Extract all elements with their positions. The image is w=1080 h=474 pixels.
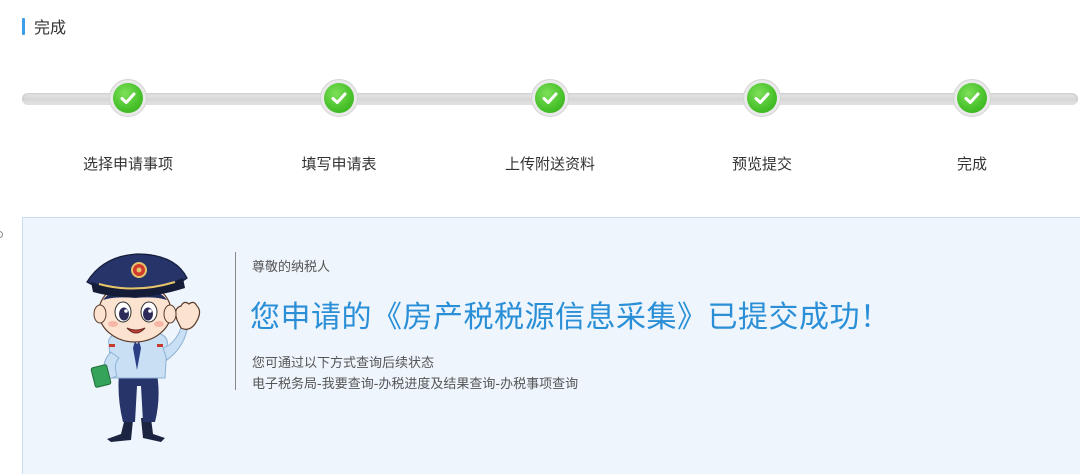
step-label: 上传附送资料 [504,155,595,173]
step-circle [320,79,358,117]
success-panel: 尊敬的纳税人 您申请的《房产税税源信息采集》已提交成功！ 您可通过以下方式查询后… [22,217,1080,474]
check-icon [747,83,777,113]
step-complete: 完成 [872,79,1072,179]
success-headline: 您申请的《房产税税源信息采集》已提交成功！ [250,300,891,335]
step-circle [953,79,991,117]
step-label: 填写申请表 [301,155,377,173]
tax-officer-mascot [86,253,201,442]
query-path-text: 电子税务局-我要查询-办税进度及结果查询-办税事项查询 [252,377,579,392]
check-icon [113,83,143,113]
section-title-text: 完成 [34,18,67,37]
edge-handle [0,231,3,238]
step-fill-form: 填写申请表 [239,79,439,179]
step-label: 预览提交 [731,155,792,173]
step-circle [109,79,147,117]
step-preview-submit: 预览提交 [662,79,862,179]
check-icon [324,83,354,113]
step-upload-materials: 上传附送资料 [450,79,650,179]
check-icon [535,83,565,113]
step-circle [743,79,781,117]
step-label: 完成 [956,155,987,173]
vertical-divider [235,252,236,390]
step-label: 选择申请事项 [82,155,173,173]
title-accent-bar [22,17,25,35]
check-icon [957,83,987,113]
greeting-text: 尊敬的纳税人 [252,260,331,275]
query-hint-text: 您可通过以下方式查询后续状态 [252,356,435,371]
step-select-item: 选择申请事项 [28,79,228,179]
section-title: 完成 [22,16,67,37]
step-circle [531,79,569,117]
